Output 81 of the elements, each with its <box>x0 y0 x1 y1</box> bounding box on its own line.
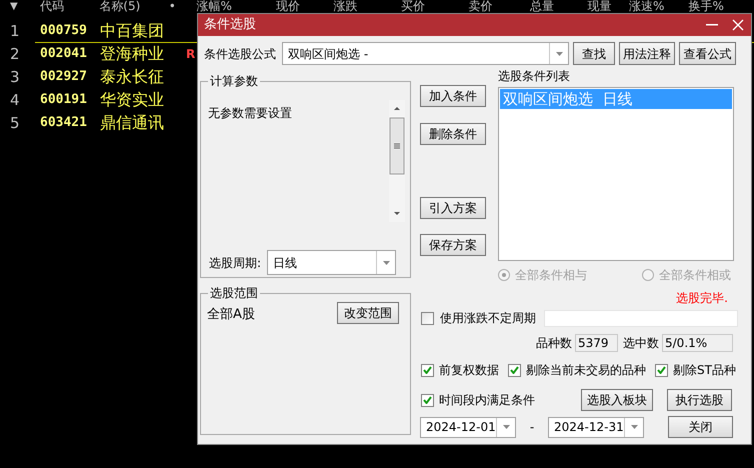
column-header: 现量 <box>587 0 612 13</box>
sort-toggle[interactable]: ▼ <box>10 0 40 13</box>
column-header: 涨幅% <box>196 0 233 13</box>
checkbox-label: 前复权数据 <box>439 362 499 379</box>
stock-name: 登海种业 <box>100 43 165 65</box>
checkbox-label: 时间段内满足条件 <box>439 392 536 409</box>
checkbox[interactable] <box>508 364 521 376</box>
button[interactable]: 关闭 <box>668 416 733 438</box>
checkbox[interactable] <box>421 394 434 406</box>
button[interactable]: 删除条件 <box>420 123 486 145</box>
checkbox-label: 使用涨跌不定周期 <box>440 310 536 327</box>
checkbox[interactable] <box>421 312 434 324</box>
checkbox[interactable] <box>655 364 668 376</box>
column-header: 名称(5) <box>99 0 142 13</box>
check-icon <box>423 366 432 374</box>
row-number: 1 <box>9 21 21 42</box>
date-picker[interactable]: 2024-12-31 <box>548 416 644 438</box>
list-title: 选股条件列表 <box>498 68 571 85</box>
stock-name: 中百集团 <box>100 20 165 42</box>
radio-label: 全部条件相或 <box>659 267 731 284</box>
date-separator: - <box>528 419 536 436</box>
status-text: 选股完毕. <box>676 290 728 306</box>
count-label: 选中数 <box>623 335 659 352</box>
count-label: 品种数 <box>536 335 572 352</box>
button[interactable]: 执行选股 <box>667 389 732 411</box>
check-icon <box>510 366 519 374</box>
column-header: 代码 <box>40 0 65 13</box>
column-header: 总量 <box>530 0 555 13</box>
minimize-icon <box>706 24 718 26</box>
column-header: 买价 <box>400 0 426 13</box>
row-number: 4 <box>9 90 21 111</box>
column-header: 换手% <box>688 0 725 13</box>
input-field[interactable] <box>544 310 738 326</box>
caret-icon <box>502 425 510 429</box>
button[interactable]: 引入方案 <box>420 197 486 219</box>
stock-name: 鼎信通讯 <box>100 112 165 134</box>
button[interactable]: 查找 <box>573 42 615 65</box>
checkbox-label: 剔除当前未交易的品种 <box>526 362 646 379</box>
checkbox[interactable] <box>421 364 434 376</box>
caret-icon <box>382 260 390 264</box>
button[interactable]: 查看公式 <box>679 42 736 65</box>
field-label: 条件选股公式 <box>204 46 277 62</box>
row-number: 5 <box>9 113 21 134</box>
caret-icon <box>630 425 638 429</box>
group-title: 选股范围 <box>208 285 260 301</box>
check-icon <box>423 396 432 404</box>
flag-label: R <box>185 46 196 63</box>
stock-code: 000759 <box>39 22 88 40</box>
stock-code: 600191 <box>39 91 88 109</box>
checkbox-label: 剔除ST品种 <box>673 362 736 379</box>
stock-code: 002927 <box>39 68 88 86</box>
row-number: 2 <box>9 44 21 65</box>
column-header: 涨速% <box>628 0 666 13</box>
formula-dropdown[interactable]: 双响区间炮选 - <box>282 42 569 65</box>
column-header: 涨跌 <box>333 0 358 13</box>
stock-name: 泰永长征 <box>100 66 165 88</box>
column-header: • <box>168 0 177 13</box>
caret-icon <box>556 52 562 56</box>
range-value: 全部A股 <box>207 306 255 324</box>
radio-label: 全部条件相与 <box>515 267 587 284</box>
message-text: 无参数需要设置 <box>208 105 293 122</box>
column-header: 卖价 <box>468 0 494 13</box>
stock-code: 002041 <box>39 45 88 63</box>
count-value: 5379 <box>575 334 618 352</box>
check-icon <box>657 366 666 374</box>
row-number: 3 <box>9 67 21 88</box>
stock-name: 华资实业 <box>100 89 165 111</box>
button[interactable]: 选股入板块 <box>581 389 653 411</box>
button[interactable]: 加入条件 <box>420 85 486 107</box>
field-label: 选股周期: <box>209 254 262 272</box>
date-picker[interactable]: 2024-12-01 <box>420 416 516 438</box>
period-dropdown[interactable]: 日线 <box>267 250 396 275</box>
column-header: 现价 <box>276 0 301 13</box>
group-title: 计算参数 <box>208 73 260 89</box>
close-icon <box>732 19 744 31</box>
button[interactable]: 用法注释 <box>619 42 675 65</box>
count-value: 5/0.1% <box>662 334 733 352</box>
button[interactable]: 保存方案 <box>420 234 486 256</box>
stock-code: 603421 <box>39 114 88 132</box>
window-title: 条件选股 <box>204 16 257 34</box>
button[interactable]: 改变范围 <box>337 302 399 324</box>
